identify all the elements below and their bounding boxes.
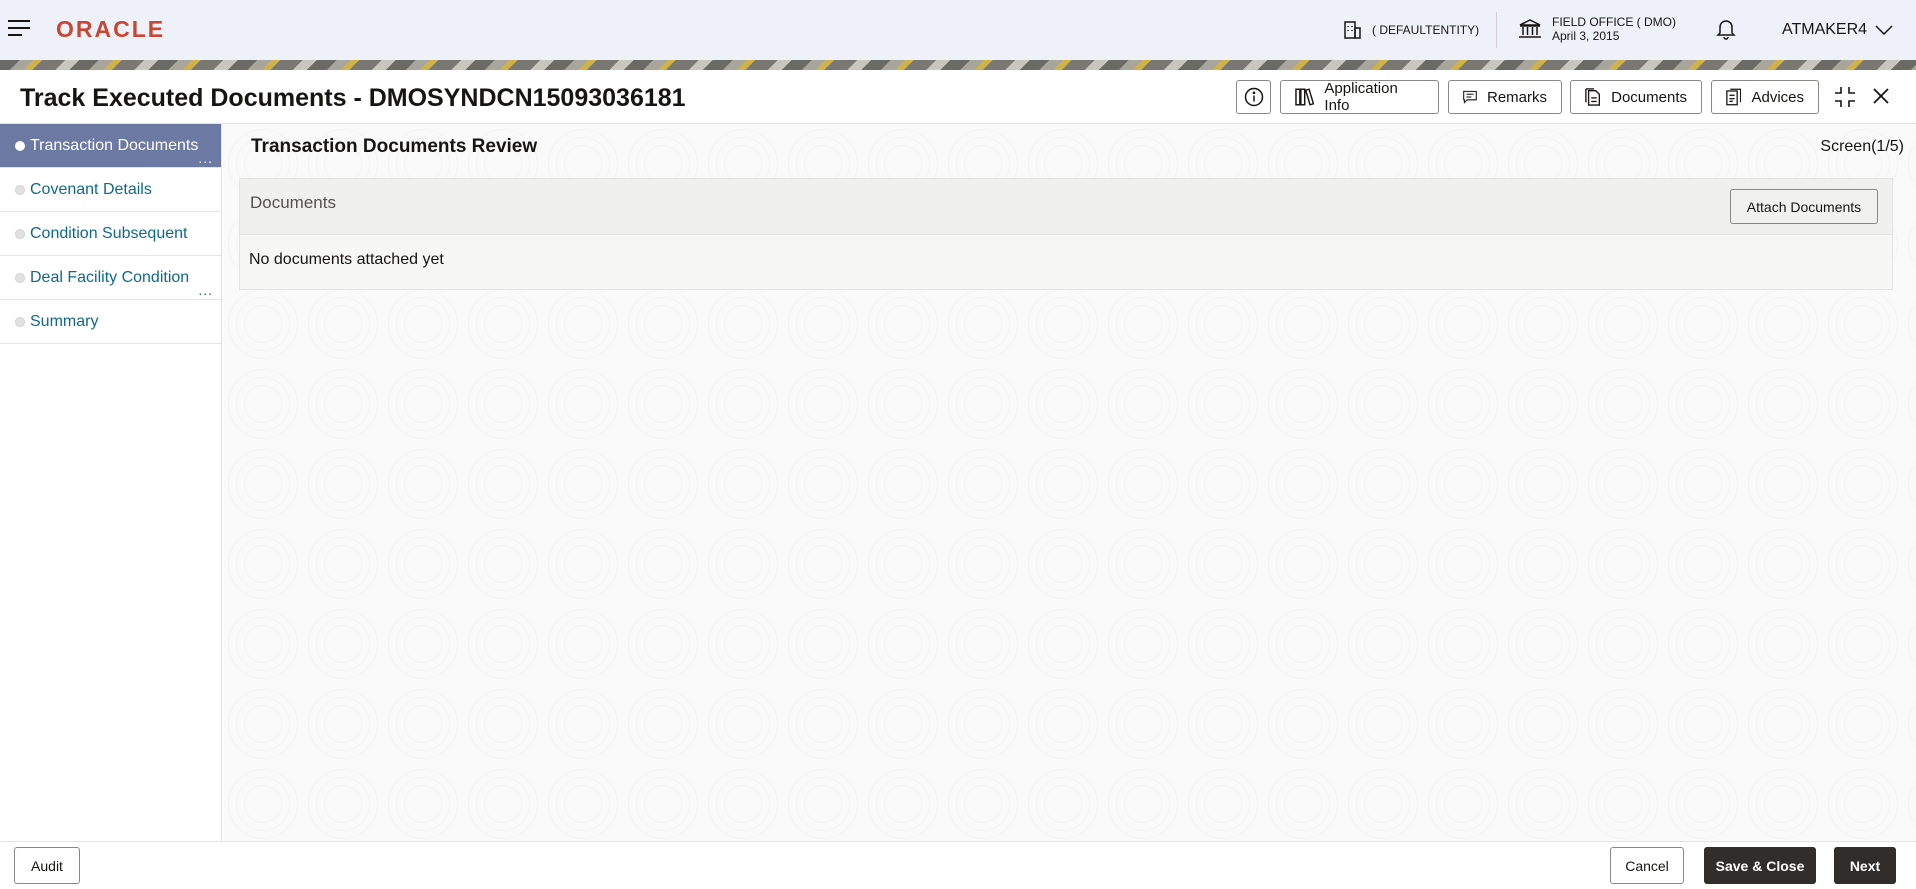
documents-panel-header: Documents Attach Documents xyxy=(240,179,1892,235)
section-title: Transaction Documents Review xyxy=(251,136,538,157)
more-icon: ... xyxy=(198,282,213,298)
next-button[interactable]: Next xyxy=(1834,847,1896,884)
office-selector[interactable]: FIELD OFFICE ( DMO) April 3, 2015 xyxy=(1518,15,1676,43)
remarks-button[interactable]: Remarks xyxy=(1448,80,1562,114)
header-divider xyxy=(1496,12,1497,48)
advices-button[interactable]: Advices xyxy=(1711,80,1819,114)
advices-label: Advices xyxy=(1751,88,1804,106)
sidebar-item-label: Summary xyxy=(30,312,99,330)
entity-selector[interactable]: ( DEFAULTENTITY) xyxy=(1342,20,1479,40)
bank-icon xyxy=(1519,19,1541,38)
building-icon xyxy=(1344,21,1361,39)
info-button[interactable] xyxy=(1236,80,1271,114)
info-icon xyxy=(1244,87,1263,107)
footer-bar: Audit Cancel Save & Close Next xyxy=(0,841,1916,889)
sidebar-item-condition-subsequent[interactable]: Condition Subsequent xyxy=(0,212,221,256)
close-icon[interactable] xyxy=(1872,87,1890,105)
sidebar-item-label: Covenant Details xyxy=(30,180,152,198)
screen-indicator: Screen(1/5) xyxy=(1820,138,1904,155)
office-date: April 3, 2015 xyxy=(1552,29,1620,43)
documents-panel-title: Documents xyxy=(250,193,336,212)
sidebar-nav: Transaction Documents ... Covenant Detai… xyxy=(0,124,222,841)
maximize-icon[interactable] xyxy=(1834,86,1856,108)
sidebar-item-label: Transaction Documents xyxy=(30,136,199,154)
page-title: Track Executed Documents - DMOSYNDCN1509… xyxy=(20,84,686,112)
document-icon xyxy=(1585,88,1601,106)
advice-document-icon xyxy=(1726,88,1742,106)
application-info-button[interactable]: Application Info xyxy=(1280,80,1439,114)
remarks-label: Remarks xyxy=(1486,88,1547,106)
step-indicator-icon xyxy=(15,229,25,239)
chevron-down-icon xyxy=(1875,25,1893,35)
comment-icon xyxy=(1463,90,1477,104)
documents-button[interactable]: Documents xyxy=(1570,80,1702,114)
sidebar-item-deal-facility-condition[interactable]: Deal Facility Condition ... xyxy=(0,256,221,300)
step-indicator-icon xyxy=(15,141,25,151)
sidebar-item-label: Condition Subsequent xyxy=(30,224,188,242)
main-content: Transaction Documents Review Screen(1/5)… xyxy=(223,124,1916,841)
top-bar: ORACLE ( DEFAULTENTITY) FIELD OFFICE ( D… xyxy=(0,0,1916,60)
sidebar-item-summary[interactable]: Summary xyxy=(0,300,221,344)
hamburger-menu-icon[interactable] xyxy=(8,20,30,38)
sidebar-item-transaction-documents[interactable]: Transaction Documents ... xyxy=(0,124,221,168)
user-name: ATMAKER4 xyxy=(1782,21,1868,38)
cancel-button[interactable]: Cancel xyxy=(1610,847,1684,884)
more-icon: ... xyxy=(198,150,213,166)
step-indicator-icon xyxy=(15,317,25,327)
audit-button[interactable]: Audit xyxy=(14,847,80,884)
books-icon xyxy=(1295,88,1315,106)
sidebar-item-label: Deal Facility Condition xyxy=(30,268,190,286)
step-indicator-icon xyxy=(15,185,25,195)
documents-label: Documents xyxy=(1611,88,1687,106)
title-bar: Track Executed Documents - DMOSYNDCN1509… xyxy=(0,70,1916,124)
user-menu[interactable]: ATMAKER4 xyxy=(1782,21,1893,39)
entity-label: ( DEFAULTENTITY) xyxy=(1372,23,1480,37)
sidebar-item-covenant-details[interactable]: Covenant Details xyxy=(0,168,221,212)
bell-icon[interactable] xyxy=(1716,18,1736,40)
save-close-button[interactable]: Save & Close xyxy=(1704,847,1816,884)
empty-documents-message: No documents attached yet xyxy=(249,251,444,268)
application-info-label: Application Info xyxy=(1324,80,1398,114)
step-indicator-icon xyxy=(15,273,25,283)
oracle-logo: ORACLE xyxy=(56,16,166,42)
decorative-banner xyxy=(0,60,1916,70)
office-name: FIELD OFFICE ( DMO) xyxy=(1552,15,1676,29)
documents-panel: Documents Attach Documents No documents … xyxy=(239,178,1893,290)
attach-documents-button[interactable]: Attach Documents xyxy=(1730,189,1878,224)
